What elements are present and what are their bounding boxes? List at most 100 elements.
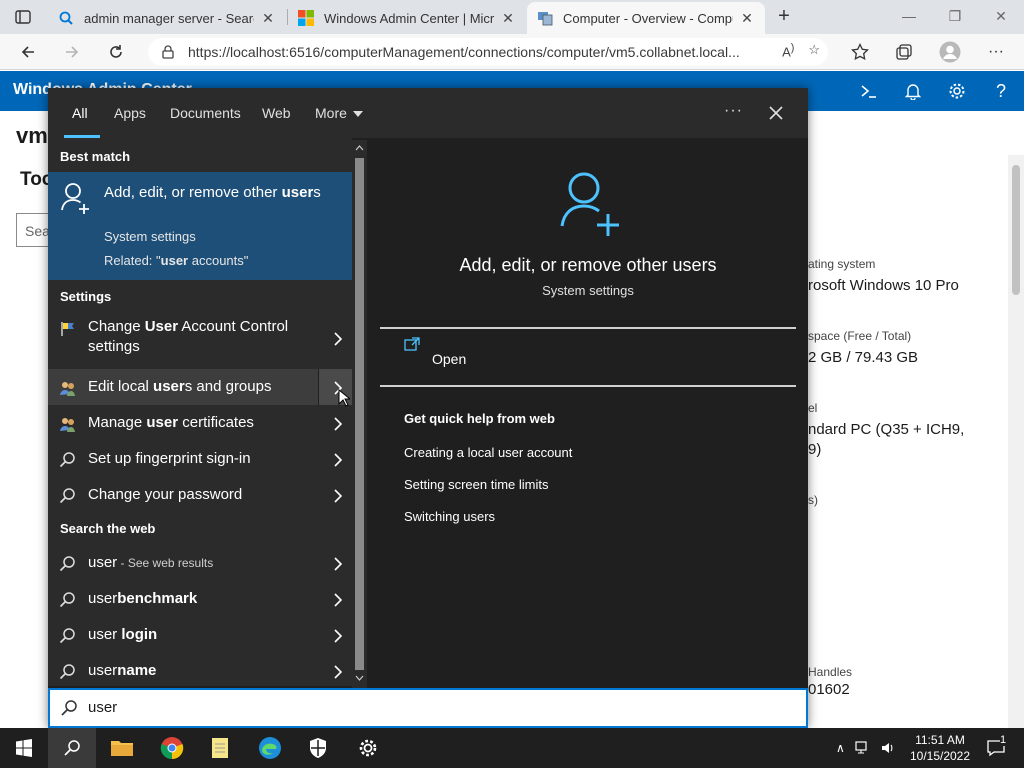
detail-label: ating system [808,257,876,271]
chevron-right-icon[interactable] [333,489,343,503]
scroll-up-icon[interactable] [352,140,367,156]
tab-web[interactable]: Web [262,105,291,121]
gear-icon [359,739,377,757]
chevron-right-icon[interactable] [333,665,343,679]
start-search-box[interactable]: user [48,688,808,728]
chevron-right-icon[interactable] [333,453,343,467]
detail-value: ndard PC (Q35 + ICH9, [808,421,965,438]
collections-icon[interactable] [892,40,916,64]
network-icon[interactable] [855,741,871,755]
chevron-right-icon[interactable] [333,332,343,346]
add-favorite-icon[interactable]: ☆ [808,42,820,59]
restore-button[interactable]: ❐ [932,5,978,29]
result-label: username [88,662,157,679]
page-title: vm [16,123,48,148]
read-aloud-icon[interactable]: A) [782,42,794,59]
taskbar-clock[interactable]: 11:51 AM 10/15/2022 [904,732,976,764]
edge-button[interactable] [246,728,294,768]
web-result[interactable]: username [48,653,352,686]
chevron-right-icon[interactable] [333,417,343,431]
settings-result-certificates[interactable]: Manage user certificates [48,405,352,441]
start-search-panel: All Apps Documents Web More ··· Best mat… [48,88,808,728]
notification-count: 1 [1000,734,1007,746]
best-match-related[interactable]: Related: "user accounts" [104,253,248,268]
search-query[interactable]: user [88,699,117,716]
tab-apps[interactable]: Apps [114,105,146,121]
web-result[interactable]: user login [48,617,352,653]
scroll-thumb[interactable] [355,158,364,670]
help-link[interactable]: Creating a local user account [404,445,572,460]
help-link[interactable]: Setting screen time limits [404,477,549,492]
browser-tab-wac[interactable]: Windows Admin Center | Micros ✕ [288,2,526,34]
chrome-button[interactable] [148,728,196,768]
notification-bell-icon[interactable] [901,79,925,103]
web-result[interactable]: user - See web results [48,545,352,581]
forward-button[interactable] [60,40,84,64]
tab-all[interactable]: All [72,105,88,121]
more-options-icon[interactable]: ··· [724,102,743,120]
search-icon [59,488,75,504]
browser-tab-computer[interactable]: Computer - Overview - Compute ✕ [527,2,765,34]
section-heading: Best match [60,149,131,164]
favorites-icon[interactable] [848,40,872,64]
settings-result-uac[interactable]: Change User Account Control settings [48,310,352,366]
taskbar-search-button[interactable] [48,728,96,768]
chevron-right-icon[interactable] [333,593,343,607]
browser-tab-search[interactable]: admin manager server - Search ✕ [48,2,286,34]
back-button[interactable] [16,40,40,64]
tab-actions-icon[interactable] [6,6,40,28]
close-tab-icon[interactable]: ✕ [260,10,276,27]
settings-app-button[interactable] [344,728,392,768]
search-icon [59,11,73,25]
file-explorer-button[interactable] [98,728,146,768]
notepad-button[interactable] [196,728,244,768]
close-icon[interactable] [764,101,788,125]
tab-more[interactable]: More [315,105,363,121]
results-scrollbar[interactable] [352,140,367,688]
chevron-up-icon[interactable]: ∧ [836,741,845,755]
start-button[interactable] [0,728,48,768]
help-link[interactable]: Switching users [404,509,495,524]
url-field[interactable]: https://localhost:6516/computerManagemen… [148,38,828,66]
detail-label: Handles [808,665,853,679]
refresh-button[interactable] [104,40,128,64]
divider [380,327,796,329]
action-center-button[interactable]: 1 [978,728,1014,768]
settings-result-password[interactable]: Change your password [48,477,352,513]
browser-tab-strip: admin manager server - Search ✕ Windows … [0,0,1024,34]
minimize-button[interactable]: — [886,5,932,29]
tab-title: Computer - Overview - Compute [563,10,733,26]
detail-value: 2 GB / 79.43 GB [808,349,919,366]
clock-date: 10/15/2022 [909,749,971,763]
best-match-item[interactable]: Add, edit, or remove other users System … [48,172,352,280]
search-icon [61,700,77,716]
result-label: userbenchmark [88,590,198,607]
close-tab-icon[interactable]: ✕ [739,10,755,27]
chevron-right-icon[interactable] [333,557,343,571]
settings-result-local-users[interactable]: Edit local users and groups [48,369,352,407]
windows-security-button[interactable] [294,728,342,768]
settings-more-icon[interactable]: ··· [984,40,1008,64]
computer-icon [538,12,553,26]
profile-avatar[interactable] [938,40,962,64]
close-window-button[interactable]: ✕ [978,5,1024,29]
close-tab-icon[interactable]: ✕ [500,10,516,27]
gear-icon[interactable] [945,79,969,103]
result-preview-pane: Add, edit, or remove other users System … [380,152,796,686]
scroll-down-icon[interactable] [352,670,367,686]
open-action[interactable]: Open [432,351,466,367]
tab-title: admin manager server - Search [84,10,254,26]
best-match-subtitle: System settings [104,229,196,244]
powershell-icon[interactable] [857,79,881,103]
new-tab-button[interactable]: + [773,6,795,28]
section-heading: Settings [60,289,112,304]
web-result[interactable]: userbenchmark [48,581,352,617]
tab-documents[interactable]: Documents [170,105,241,121]
chevron-right-icon[interactable] [333,629,343,643]
users-group-icon [60,382,75,396]
volume-icon[interactable] [881,741,895,755]
settings-result-fingerprint[interactable]: Set up fingerprint sign-in [48,441,352,477]
page-scrollbar[interactable] [1008,155,1024,728]
help-icon[interactable]: ? [989,79,1013,103]
result-label: user - See web results [88,554,214,571]
